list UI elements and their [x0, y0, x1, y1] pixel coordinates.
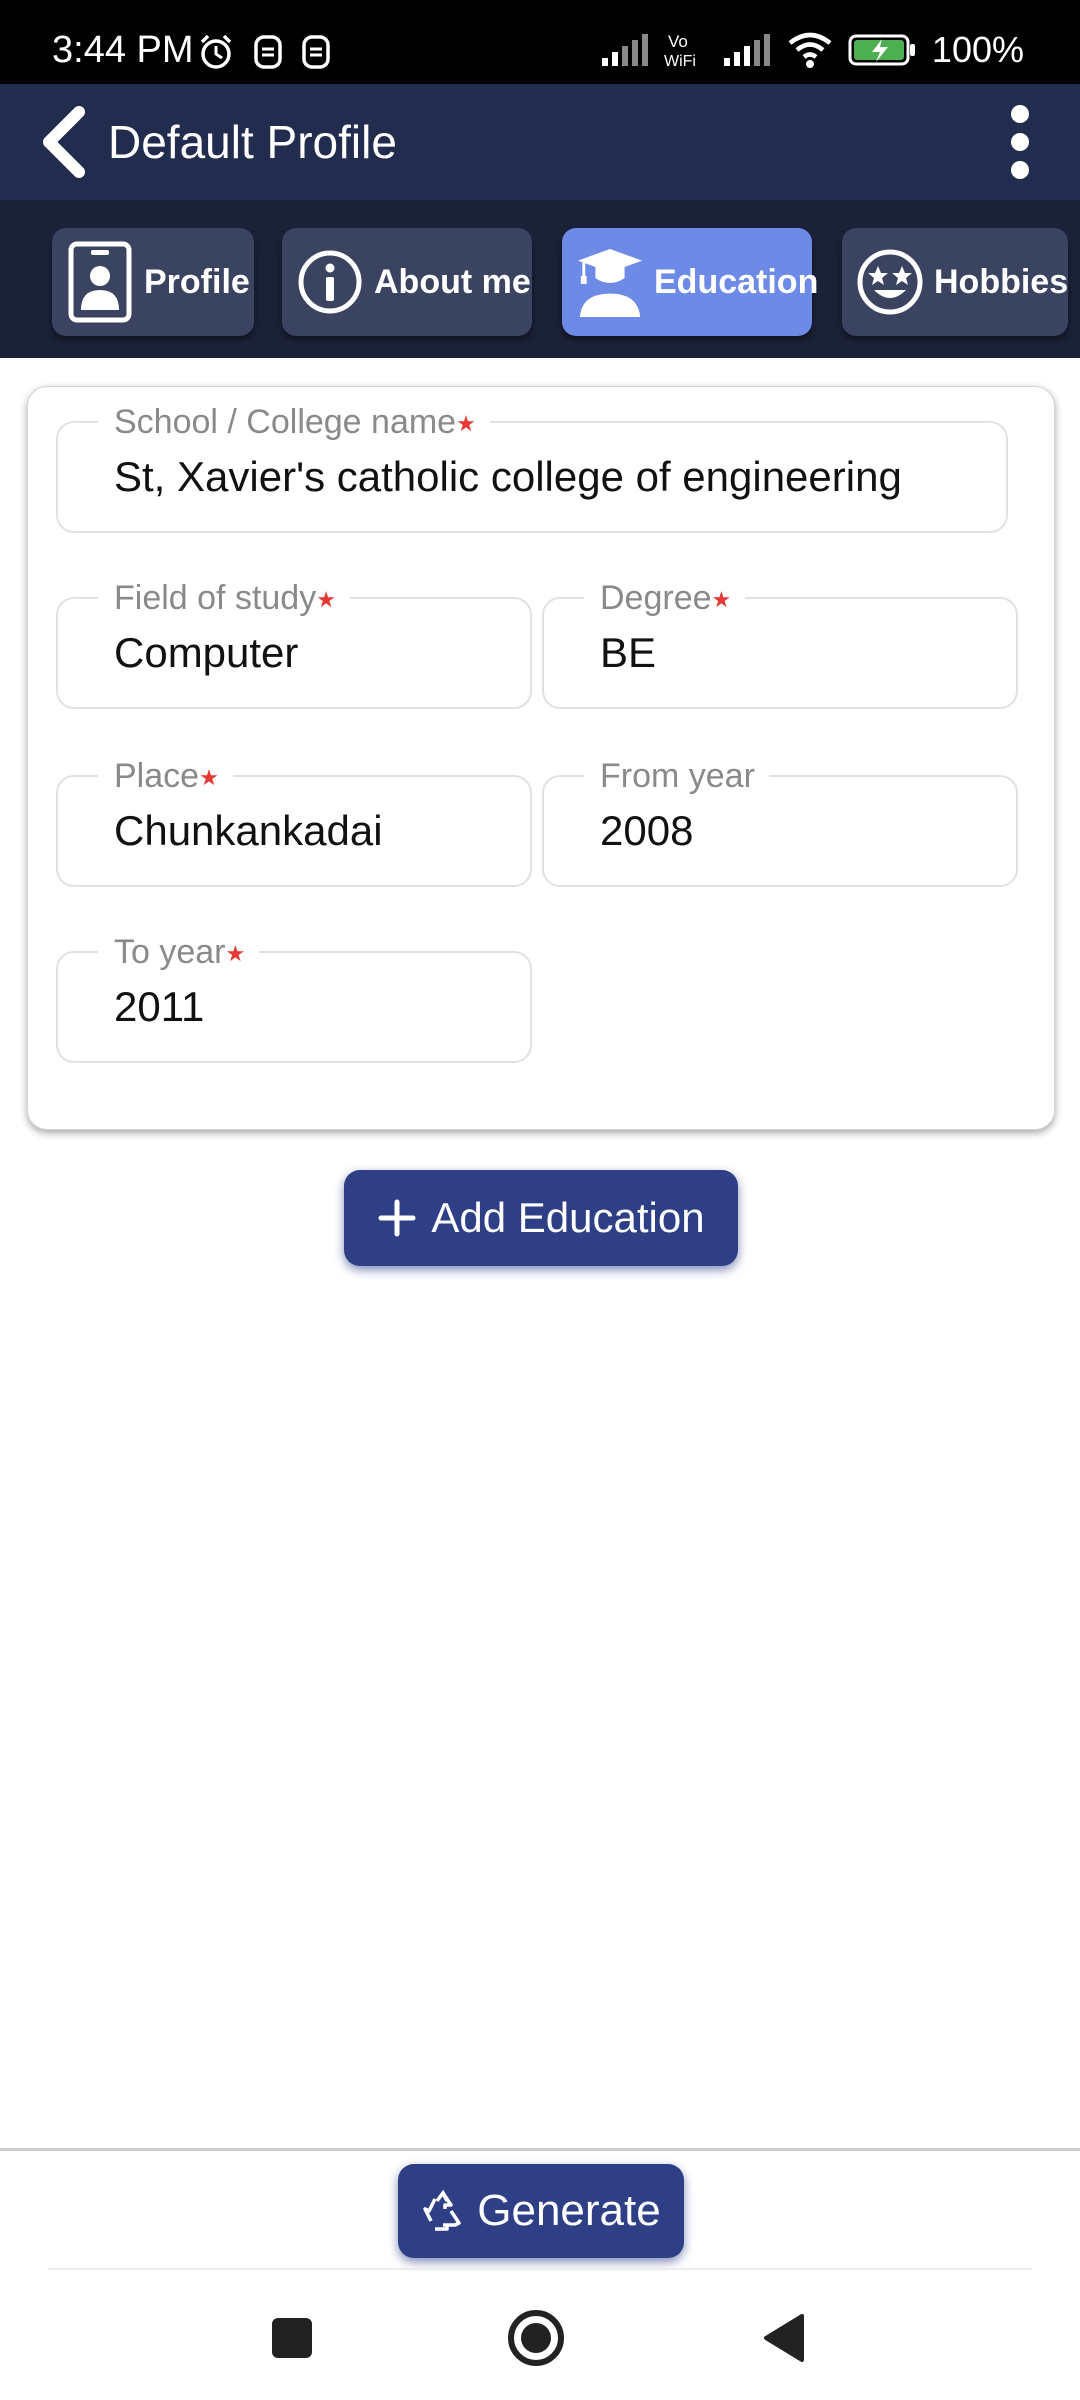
required-star-icon: ★ — [711, 587, 732, 613]
sim-icon — [254, 35, 282, 69]
field-label: School / College name★ — [98, 401, 490, 446]
add-education-label: Add Education — [431, 1194, 705, 1241]
svg-text:Vo: Vo — [668, 32, 688, 51]
tab-label: About me — [374, 262, 531, 301]
back-button[interactable] — [24, 102, 104, 182]
required-star-icon: ★ — [225, 941, 246, 967]
status-time: 3:44 PM — [52, 29, 194, 71]
recycle-icon — [423, 2189, 462, 2231]
tab-education[interactable]: Education — [562, 228, 818, 336]
degree-field[interactable]: Degree★ BE — [542, 577, 1018, 709]
back-nav-button[interactable] — [752, 2306, 816, 2370]
place-field[interactable]: Place★ Chunkankadai — [56, 755, 532, 887]
to-year-field[interactable]: To year★ 2011 — [56, 931, 532, 1063]
status-bar: 3:44 PM Vo WiFi 100% — [0, 0, 1080, 84]
page-title: Default Profile — [108, 116, 397, 168]
school-college-name-field[interactable]: School / College name★ St, Xavier's cath… — [56, 401, 1008, 533]
field-label: From year — [584, 755, 769, 797]
field-value: BE — [600, 629, 657, 676]
bottom-divider — [0, 2148, 1080, 2151]
field-label: To year★ — [98, 931, 260, 976]
nav-divider — [48, 2268, 1032, 2270]
field-of-study-field[interactable]: Field of study★ Computer — [56, 577, 532, 709]
add-education-button[interactable]: Add Education — [344, 1170, 738, 1266]
plus-icon — [378, 1199, 416, 1237]
triangle-back-icon — [764, 2314, 804, 2362]
field-value: 2011 — [114, 983, 205, 1030]
sim-icon — [302, 35, 330, 69]
back-arrow-icon — [43, 106, 85, 178]
tab-strip: Profile About me Education Hobbies — [0, 200, 1080, 358]
tab-label: Profile — [144, 262, 250, 301]
required-star-icon: ★ — [316, 587, 336, 613]
signal-icon — [723, 34, 770, 66]
required-star-icon: ★ — [199, 765, 219, 791]
vowifi-icon: Vo WiFi — [664, 32, 696, 70]
more-vert-icon — [1011, 105, 1029, 123]
app-bar: Default Profile — [0, 84, 1080, 200]
id-badge-icon — [66, 241, 134, 323]
square-icon — [272, 2318, 312, 2358]
generate-label: Generate — [477, 2186, 661, 2235]
info-icon — [296, 248, 364, 316]
required-star-icon: ★ — [456, 411, 476, 437]
tab-label: Hobbies — [934, 262, 1069, 301]
field-label: Field of study★ — [98, 577, 350, 622]
star-eyes-icon — [856, 248, 924, 316]
recents-button[interactable] — [260, 2306, 324, 2370]
education-card: School / College name★ St, Xavier's cath… — [27, 386, 1055, 1130]
status-icons-left — [196, 32, 332, 72]
wifi-icon — [788, 32, 832, 68]
circle-icon — [508, 2310, 564, 2366]
battery-charging-icon — [848, 34, 915, 66]
field-label: Place★ — [98, 755, 233, 800]
field-value: St, Xavier's catholic college of enginee… — [114, 453, 902, 500]
tab-about-me[interactable]: About me — [282, 228, 532, 336]
system-nav-bar — [0, 2272, 1080, 2400]
field-label: Degree★ — [584, 577, 746, 622]
field-value: Computer — [114, 629, 299, 676]
generate-button[interactable]: Generate — [398, 2164, 684, 2258]
signal-icon — [601, 34, 648, 66]
status-icons-right: Vo WiFi 100% — [600, 30, 1024, 70]
alarm-icon — [200, 34, 232, 69]
home-button[interactable] — [504, 2306, 568, 2370]
field-value: Chunkankadai — [114, 807, 383, 854]
svg-text:WiFi: WiFi — [664, 53, 696, 70]
from-year-field[interactable]: From year 2008 — [542, 755, 1018, 887]
tab-hobbies[interactable]: Hobbies — [842, 228, 1068, 336]
graduate-icon — [576, 248, 644, 317]
tab-profile[interactable]: Profile — [52, 228, 254, 336]
overflow-menu-button[interactable] — [984, 102, 1056, 182]
field-value: 2008 — [600, 807, 694, 854]
tab-label: Education — [654, 262, 819, 301]
battery-percentage: 100% — [931, 29, 1024, 70]
